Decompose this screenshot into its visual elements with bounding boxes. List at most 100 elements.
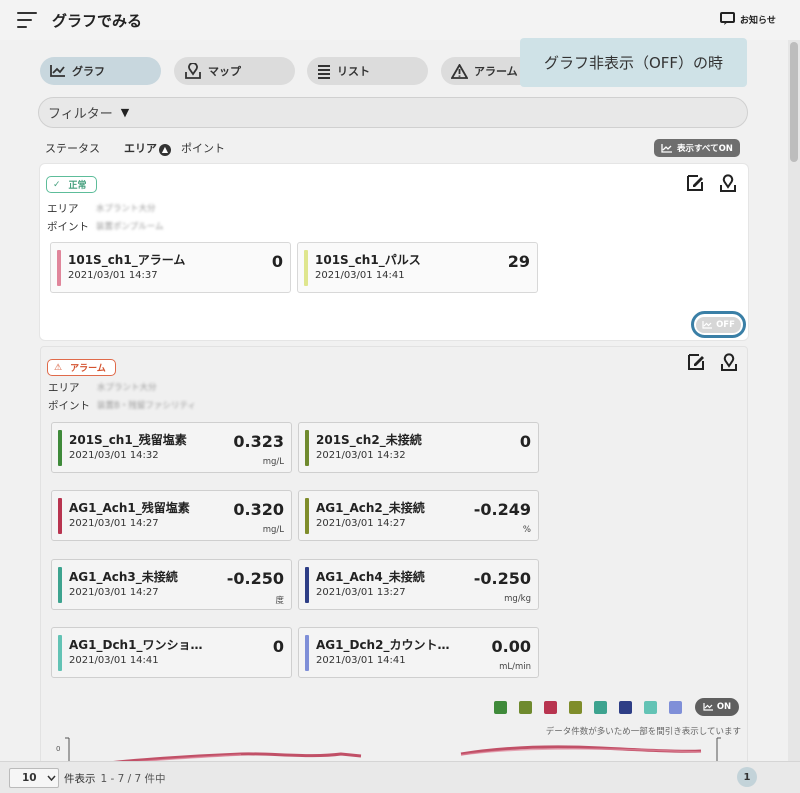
sensor-timestamp: 2021/03/01 14:27 [69, 518, 159, 529]
warning-icon: ⚠ [54, 362, 63, 373]
sensor-timestamp: 2021/03/01 14:41 [316, 655, 406, 666]
sensor-timestamp: 2021/03/01 14:27 [69, 587, 159, 598]
toggle-off-label: OFF [716, 319, 735, 330]
device-card-alarm: ⚠ アラーム エリア 水プラント大分 ポイント 装置B・残留ファシリティ 201… [40, 346, 748, 776]
edit-note-icon[interactable] [686, 174, 704, 192]
filter-bar[interactable]: フィルター ▼ [38, 97, 748, 128]
series-toggle-8[interactable] [669, 701, 682, 714]
sensor-name: AG1_Ach2_未接続 [316, 501, 425, 515]
chart-icon [702, 320, 713, 329]
sensor-timestamp: 2021/03/01 14:41 [69, 655, 159, 666]
sensor-name: AG1_Dch1_ワンショ… [69, 638, 203, 652]
per-page-select[interactable]: 10 [9, 768, 59, 788]
graph-toggle-off[interactable]: OFF [691, 311, 746, 338]
series-toggle-5[interactable] [594, 701, 607, 714]
map-pin-icon[interactable] [719, 174, 737, 192]
sensor-timestamp: 2021/03/01 14:32 [316, 450, 406, 461]
series-toggle-4[interactable] [569, 701, 582, 714]
sensor-tile[interactable]: 201S_ch1_残留塩素 2021/03/01 14:32 0.323 mg/… [51, 422, 292, 473]
pagination-summary: 件表示 1 - 7 / 7 件中 [64, 771, 166, 786]
point-value: 装置ポンプルーム [96, 222, 164, 232]
area-value: 水プラント大分 [97, 383, 157, 393]
sensor-tile[interactable]: AG1_Ach2_未接続 2021/03/01 14:27 -0.249 % [298, 490, 539, 541]
show-all-on-button[interactable]: 表示すべてON [654, 139, 740, 157]
sensor-color-bar [305, 430, 309, 466]
series-toggle-2[interactable] [519, 701, 532, 714]
sensor-tile[interactable]: AG1_Dch1_ワンショ… 2021/03/01 14:41 0 [51, 627, 292, 678]
map-pin-icon[interactable] [720, 353, 738, 371]
per-page-value: 10 [22, 772, 37, 784]
notice-button[interactable]: お知らせ [720, 12, 776, 26]
sensor-value: 0 [271, 252, 283, 271]
sensor-value: 0 [519, 432, 531, 451]
sensor-name: AG1_Dch2_カウント… [316, 638, 450, 652]
pagination-range: 1 - 7 / 7 件中 [100, 773, 166, 785]
scrollbar[interactable] [788, 40, 800, 761]
sensor-color-bar [305, 635, 309, 671]
hamburger-menu-icon[interactable] [17, 12, 37, 28]
notice-label: お知らせ [740, 15, 776, 26]
sensor-tile[interactable]: AG1_Ach3_未接続 2021/03/01 14:27 -0.250 度 [51, 559, 292, 610]
page-button-1[interactable]: 1 [737, 767, 757, 787]
list-icon [318, 64, 330, 79]
warning-icon [451, 63, 468, 79]
area-value: 水プラント大分 [96, 204, 156, 214]
sensor-tile[interactable]: AG1_Ach4_未接続 2021/03/01 13:27 -0.250 mg/… [298, 559, 539, 610]
sensor-timestamp: 2021/03/01 14:37 [68, 270, 158, 281]
show-all-label: 表示すべてON [677, 144, 733, 154]
graph-toggle-pill: OFF [696, 316, 741, 333]
area-label: エリア [47, 203, 79, 215]
check-icon: ✓ [53, 179, 61, 190]
toggle-on-label: ON [716, 702, 732, 712]
sort-point[interactable]: ポイント [181, 140, 225, 156]
sort-arrow-up-icon: ▲ [159, 144, 171, 156]
tab-graph[interactable]: グラフ [40, 57, 161, 85]
graph-toggle-on[interactable]: ON [695, 698, 739, 716]
device-card-normal: ✓ 正常 エリア 水プラント大分 ポイント 装置ポンプルーム 101S_ch1_… [40, 164, 748, 340]
tab-list-label: リスト [337, 65, 370, 78]
page-title: グラフでみる [52, 12, 143, 30]
sort-area-label: エリア [124, 142, 157, 155]
chart-icon [661, 143, 672, 153]
tab-graph-label: グラフ [72, 65, 105, 78]
sensor-tile[interactable]: 101S_ch1_パルス 2021/03/01 14:41 29 [297, 242, 538, 293]
sensor-tile[interactable]: 201S_ch2_未接続 2021/03/01 14:32 0 [298, 422, 539, 473]
sensor-color-bar [305, 567, 309, 603]
tab-map[interactable]: マップ [174, 57, 295, 85]
sensor-color-bar [304, 250, 308, 286]
sensor-tile[interactable]: AG1_Dch2_カウント… 2021/03/01 14:41 0.00 mL/… [298, 627, 539, 678]
sensor-unit: mg/L [262, 457, 284, 467]
series-toggle-6[interactable] [619, 701, 632, 714]
map-pin-icon [185, 63, 201, 79]
sensor-name: AG1_Ach4_未接続 [316, 570, 425, 584]
sort-area[interactable]: エリア ▲ [124, 140, 171, 156]
sort-status[interactable]: ステータス [45, 140, 100, 156]
series-toggle-7[interactable] [644, 701, 657, 714]
status-badge: ⚠ アラーム [47, 359, 116, 376]
sensor-tile[interactable]: 101S_ch1_アラーム 2021/03/01 14:37 0 [50, 242, 291, 293]
tab-alarm-label: アラーム [474, 65, 518, 78]
sensor-timestamp: 2021/03/01 14:32 [69, 450, 159, 461]
sensor-color-bar [305, 498, 309, 534]
sensor-tile[interactable]: AG1_Ach1_残留塩素 2021/03/01 14:27 0.320 mg/… [51, 490, 292, 541]
sensor-value: 0.00 [491, 637, 531, 656]
point-label: ポイント [47, 221, 89, 233]
edit-note-icon[interactable] [687, 353, 705, 371]
sensor-color-bar [58, 635, 62, 671]
sensor-value: -0.249 [473, 500, 531, 519]
sensor-color-bar [57, 250, 61, 286]
status-badge-label: 正常 [68, 181, 87, 191]
notice-icon [720, 12, 735, 25]
chevron-down-icon [47, 775, 56, 781]
app-header: グラフでみる お知らせ [0, 0, 800, 40]
sensor-color-bar [58, 567, 62, 603]
series-toggle-1[interactable] [494, 701, 507, 714]
caret-down-icon: ▼ [120, 106, 130, 119]
sensor-value: -0.250 [226, 569, 284, 588]
tab-list[interactable]: リスト [307, 57, 428, 85]
scrollbar-thumb[interactable] [790, 42, 798, 162]
sensor-name: 201S_ch2_未接続 [316, 433, 422, 447]
sensor-value: -0.250 [473, 569, 531, 588]
filter-label: フィルター [48, 107, 113, 122]
series-toggle-3[interactable] [544, 701, 557, 714]
